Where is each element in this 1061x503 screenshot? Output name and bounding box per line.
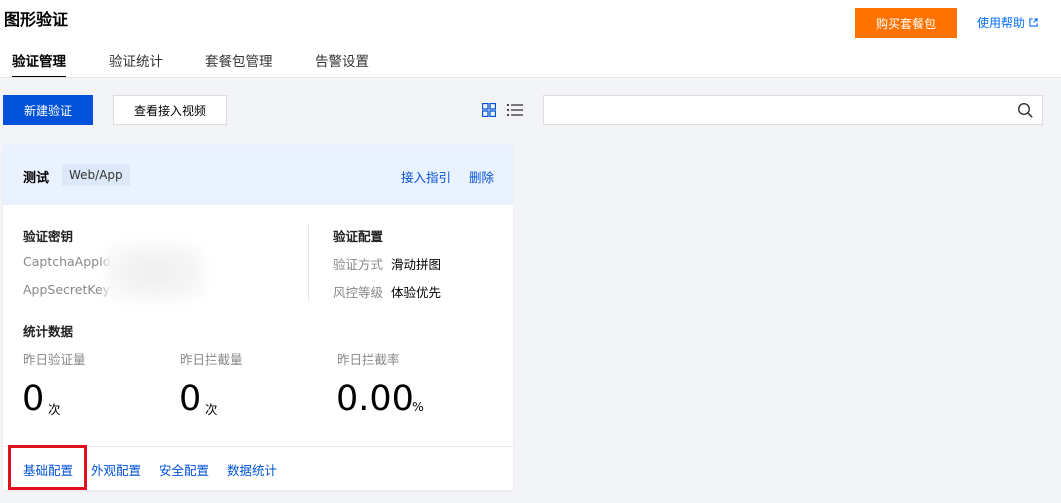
delete-link[interactable]: 删除 xyxy=(469,167,494,186)
tab-verification-statistics[interactable]: 验证统计 xyxy=(109,50,163,76)
risk-level-label: 风控等级 xyxy=(333,285,384,300)
stat-label-block-rate: 昨日拦截率 xyxy=(337,352,400,367)
stat-value-verifications: 0 xyxy=(22,379,45,419)
stat-value-blocks: 0 xyxy=(179,379,202,419)
masked-key-values xyxy=(105,242,205,302)
platform-tag: Web/App xyxy=(62,164,130,186)
tab-verification-management[interactable]: 验证管理 xyxy=(12,50,66,78)
list-view-icon[interactable] xyxy=(507,103,523,117)
security-config-link[interactable]: 安全配置 xyxy=(159,460,209,479)
integration-guide-link[interactable]: 接入指引 xyxy=(401,167,451,186)
tab-alert-settings[interactable]: 告警设置 xyxy=(315,50,369,76)
search-input[interactable] xyxy=(544,96,1004,124)
stats-section-title: 统计数据 xyxy=(23,324,74,339)
section-divider xyxy=(308,225,309,301)
help-link-label: 使用帮助 xyxy=(977,16,1026,30)
card-name: 测试 xyxy=(23,171,50,186)
method-label: 验证方式 xyxy=(333,257,384,272)
stat-unit-verifications: 次 xyxy=(48,402,61,417)
view-video-button[interactable]: 查看接入视频 xyxy=(113,95,227,125)
top-bar: 图形验证 购买套餐包 使用帮助 验证管理 验证统计 套餐包管理 告警设置 xyxy=(0,0,1061,78)
app-id-label: CaptchaAppId xyxy=(23,254,111,269)
stat-unit-block-rate: % xyxy=(412,399,424,414)
config-section-title: 验证配置 xyxy=(333,229,384,244)
appearance-config-link[interactable]: 外观配置 xyxy=(91,460,141,479)
keys-section-title: 验证密钥 xyxy=(23,229,74,244)
risk-level-value: 体验优先 xyxy=(391,285,442,300)
new-verification-button[interactable]: 新建验证 xyxy=(3,95,93,125)
highlight-annotation-box xyxy=(8,445,87,490)
data-statistics-link[interactable]: 数据统计 xyxy=(227,460,277,479)
method-value: 滑动拼图 xyxy=(391,257,442,272)
captcha-card: 测试 Web/App 接入指引 删除 验证密钥 CaptchaAppId App… xyxy=(3,145,513,490)
grid-view-icon[interactable] xyxy=(482,103,496,117)
stat-unit-blocks: 次 xyxy=(205,402,218,417)
search-box xyxy=(543,95,1043,125)
stat-label-verifications: 昨日验证量 xyxy=(23,352,86,367)
buy-package-button[interactable]: 购买套餐包 xyxy=(855,8,957,38)
card-header: 测试 Web/App 接入指引 删除 xyxy=(3,145,513,205)
external-link-icon xyxy=(1029,18,1038,27)
help-link[interactable]: 使用帮助 xyxy=(977,14,1038,31)
app-secret-label: AppSecretKey xyxy=(23,282,111,297)
search-icon[interactable] xyxy=(1017,102,1033,118)
page-title: 图形验证 xyxy=(4,10,69,29)
stat-value-block-rate: 0.00 xyxy=(336,379,414,419)
tabs-divider xyxy=(0,77,1061,78)
tab-package-management[interactable]: 套餐包管理 xyxy=(205,50,273,76)
stat-label-blocks: 昨日拦截量 xyxy=(180,352,243,367)
